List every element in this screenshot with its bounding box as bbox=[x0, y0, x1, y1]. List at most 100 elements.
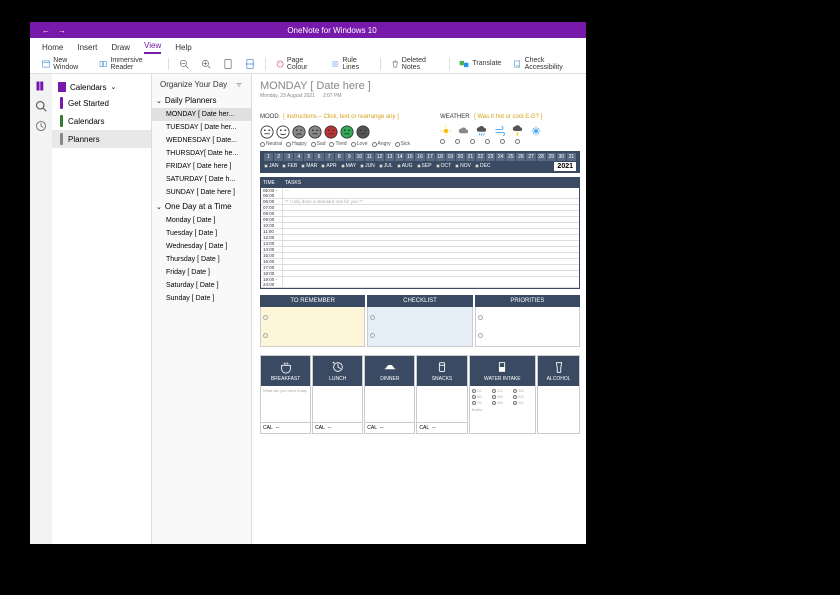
water-checkbox[interactable]: 2G bbox=[492, 388, 512, 393]
calendar-month[interactable]: FEB bbox=[282, 163, 297, 169]
notebook-item[interactable]: Calendars bbox=[52, 112, 151, 130]
calendar-month[interactable]: JUL bbox=[379, 163, 393, 169]
zoom-width-button[interactable] bbox=[241, 57, 259, 71]
calendar-day[interactable]: 16 bbox=[415, 153, 424, 161]
page-item[interactable]: Thursday [ Date ] bbox=[152, 253, 251, 266]
calendar-day[interactable]: 14 bbox=[395, 153, 404, 161]
navigation-icon[interactable] bbox=[35, 80, 47, 92]
mood-checkbox[interactable]: Neutral bbox=[260, 141, 282, 147]
check-accessibility-button[interactable]: Check Accessibility bbox=[509, 55, 578, 73]
menu-tab-help[interactable]: Help bbox=[175, 43, 191, 54]
page-item[interactable]: MONDAY [ Date her... bbox=[152, 108, 251, 121]
notebook-item[interactable]: Get Started bbox=[52, 94, 151, 112]
calendar-day[interactable]: 23 bbox=[486, 153, 495, 161]
calendar-day[interactable]: 13 bbox=[385, 153, 394, 161]
calendar-day[interactable]: 7 bbox=[325, 153, 334, 161]
search-icon[interactable] bbox=[35, 100, 47, 112]
calendar-day[interactable]: 15 bbox=[405, 153, 414, 161]
calendar-day[interactable]: 28 bbox=[537, 153, 546, 161]
mood-face-icon[interactable] bbox=[276, 125, 290, 139]
water-checkbox[interactable]: 5G bbox=[492, 394, 512, 399]
page-colour-button[interactable]: Page Colour bbox=[272, 55, 323, 73]
calendar-day[interactable]: 27 bbox=[526, 153, 535, 161]
rule-lines-button[interactable]: Rule Lines bbox=[327, 55, 374, 73]
water-checkbox[interactable]: 4G bbox=[472, 394, 492, 399]
sort-icon[interactable] bbox=[235, 81, 243, 89]
page-item[interactable]: Tuesday [ Date ] bbox=[152, 227, 251, 240]
translate-button[interactable]: Translate bbox=[455, 57, 505, 71]
recent-icon[interactable] bbox=[35, 120, 47, 132]
page-item[interactable]: TUESDAY [ Date her... bbox=[152, 121, 251, 134]
back-button[interactable]: ← bbox=[42, 26, 50, 35]
page-content[interactable]: MONDAY [ Date here ] Monday, 23 August 2… bbox=[252, 74, 586, 544]
schedule-row[interactable]: 19:00 - 24:00 bbox=[261, 277, 579, 288]
mood-checkbox[interactable]: Angry bbox=[372, 141, 391, 147]
page-item[interactable]: Sunday [ Date ] bbox=[152, 292, 251, 305]
calendar-day[interactable]: 25 bbox=[506, 153, 515, 161]
calendar-month[interactable]: DEC bbox=[475, 163, 491, 169]
mood-checkbox[interactable]: Sad bbox=[311, 141, 326, 147]
calendar-day[interactable]: 31 bbox=[567, 153, 576, 161]
menu-tab-home[interactable]: Home bbox=[42, 43, 63, 54]
zoom-100-button[interactable] bbox=[219, 57, 237, 71]
page-title[interactable]: MONDAY [ Date here ] bbox=[260, 80, 580, 92]
notebook-selector[interactable]: Calendars ⌄ bbox=[52, 80, 151, 94]
calendar-day[interactable]: 6 bbox=[314, 153, 323, 161]
calendar-month[interactable]: NOV bbox=[455, 163, 471, 169]
mood-checkbox[interactable]: Tired bbox=[329, 141, 346, 147]
calendar-month[interactable]: JUN bbox=[360, 163, 375, 169]
mood-face-icon[interactable] bbox=[308, 125, 322, 139]
calendar-month[interactable]: AUG bbox=[397, 163, 413, 169]
calendar-day[interactable]: 11 bbox=[365, 153, 374, 161]
calendar-month[interactable]: APR bbox=[321, 163, 336, 169]
calendar-day[interactable]: 9 bbox=[345, 153, 354, 161]
calendar-day[interactable]: 22 bbox=[476, 153, 485, 161]
calendar-day[interactable]: 2 bbox=[274, 153, 283, 161]
section-group[interactable]: ⌄Daily Planners bbox=[152, 93, 251, 108]
forward-button[interactable]: → bbox=[58, 26, 66, 35]
zoom-in-button[interactable] bbox=[197, 57, 215, 71]
page-item[interactable]: Wednesday [ Date ] bbox=[152, 240, 251, 253]
water-checkbox[interactable]: 7G bbox=[472, 400, 492, 405]
mood-checkbox[interactable]: Happy bbox=[286, 141, 306, 147]
menu-tab-insert[interactable]: Insert bbox=[77, 43, 97, 54]
mood-face-icon[interactable] bbox=[340, 125, 354, 139]
mood-checkbox[interactable]: Sick bbox=[395, 141, 410, 147]
calendar-day[interactable]: 17 bbox=[426, 153, 435, 161]
calendar-month[interactable]: MAR bbox=[301, 163, 317, 169]
page-item[interactable]: Saturday [ Date ] bbox=[152, 279, 251, 292]
calendar-day[interactable]: 3 bbox=[284, 153, 293, 161]
menu-tab-draw[interactable]: Draw bbox=[111, 43, 130, 54]
calendar-month[interactable]: SEP bbox=[417, 163, 432, 169]
mood-checkbox[interactable]: Love bbox=[351, 141, 368, 147]
calendar-day[interactable]: 29 bbox=[547, 153, 556, 161]
deleted-notes-button[interactable]: Deleted Notes bbox=[387, 55, 443, 73]
water-checkbox[interactable]: 1G bbox=[472, 388, 492, 393]
water-checkbox[interactable]: 6G bbox=[513, 394, 533, 399]
menu-tab-view[interactable]: View bbox=[144, 41, 161, 54]
calendar-day[interactable]: 18 bbox=[436, 153, 445, 161]
calendar-month[interactable]: OCT bbox=[436, 163, 452, 169]
page-item[interactable]: Monday [ Date ] bbox=[152, 214, 251, 227]
page-item[interactable]: Friday [ Date ] bbox=[152, 266, 251, 279]
calendar-day[interactable]: 21 bbox=[466, 153, 475, 161]
calendar-day[interactable]: 24 bbox=[496, 153, 505, 161]
schedule-row[interactable]: 05:00 - 06:00--- bbox=[261, 188, 579, 199]
mood-face-icon[interactable] bbox=[356, 125, 370, 139]
notebook-item[interactable]: Planners bbox=[52, 130, 151, 148]
calendar-day[interactable]: 5 bbox=[304, 153, 313, 161]
calendar-day[interactable]: 19 bbox=[446, 153, 455, 161]
zoom-out-button[interactable] bbox=[175, 57, 193, 71]
calendar-month[interactable]: MAY bbox=[341, 163, 356, 169]
mood-face-icon[interactable] bbox=[324, 125, 338, 139]
water-checkbox[interactable]: 3G bbox=[513, 388, 533, 393]
calendar-day[interactable]: 30 bbox=[557, 153, 566, 161]
calendar-day[interactable]: 4 bbox=[294, 153, 303, 161]
calendar-day[interactable]: 26 bbox=[516, 153, 525, 161]
mood-face-icon[interactable] bbox=[260, 125, 274, 139]
page-item[interactable]: FRIDAY [ Date here ] bbox=[152, 160, 251, 173]
calendar-month[interactable]: JAN bbox=[264, 163, 278, 169]
immersive-reader-button[interactable]: Immersive Reader bbox=[95, 55, 162, 73]
calendar-day[interactable]: 8 bbox=[335, 153, 344, 161]
page-item[interactable]: SUNDAY [ Date here ] bbox=[152, 186, 251, 199]
